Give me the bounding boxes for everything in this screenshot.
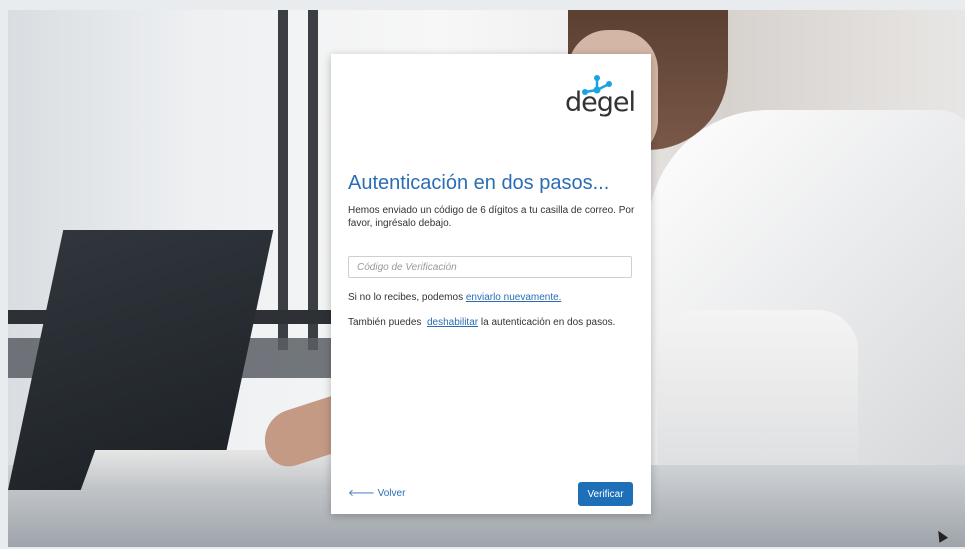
resend-text: Si no lo recibes, podemos enviarlo nueva… xyxy=(348,292,562,303)
window-frame xyxy=(278,10,288,350)
two-step-auth-card: degel Autenticación en dos pasos... Hemo… xyxy=(331,54,651,514)
disable-link[interactable]: deshabilitar xyxy=(427,317,478,328)
page-title: Autenticación en dos pasos... xyxy=(348,172,610,194)
disable-text: También puedes deshabilitar la autentica… xyxy=(348,317,616,328)
window-frame xyxy=(308,10,318,350)
back-label: Volver xyxy=(377,488,406,499)
verification-code-input[interactable] xyxy=(348,256,632,278)
verify-button[interactable]: Verificar xyxy=(578,482,633,506)
resend-link[interactable]: enviarlo nuevamente. xyxy=(466,292,562,303)
degel-logo: degel xyxy=(535,74,636,118)
back-link[interactable]: 🡐 Volver xyxy=(348,487,405,499)
arrow-left-icon: 🡐 xyxy=(348,488,375,499)
logo-text: degel xyxy=(564,87,636,118)
instructions-text: Hemos enviado un código de 6 dígitos a t… xyxy=(348,205,635,229)
